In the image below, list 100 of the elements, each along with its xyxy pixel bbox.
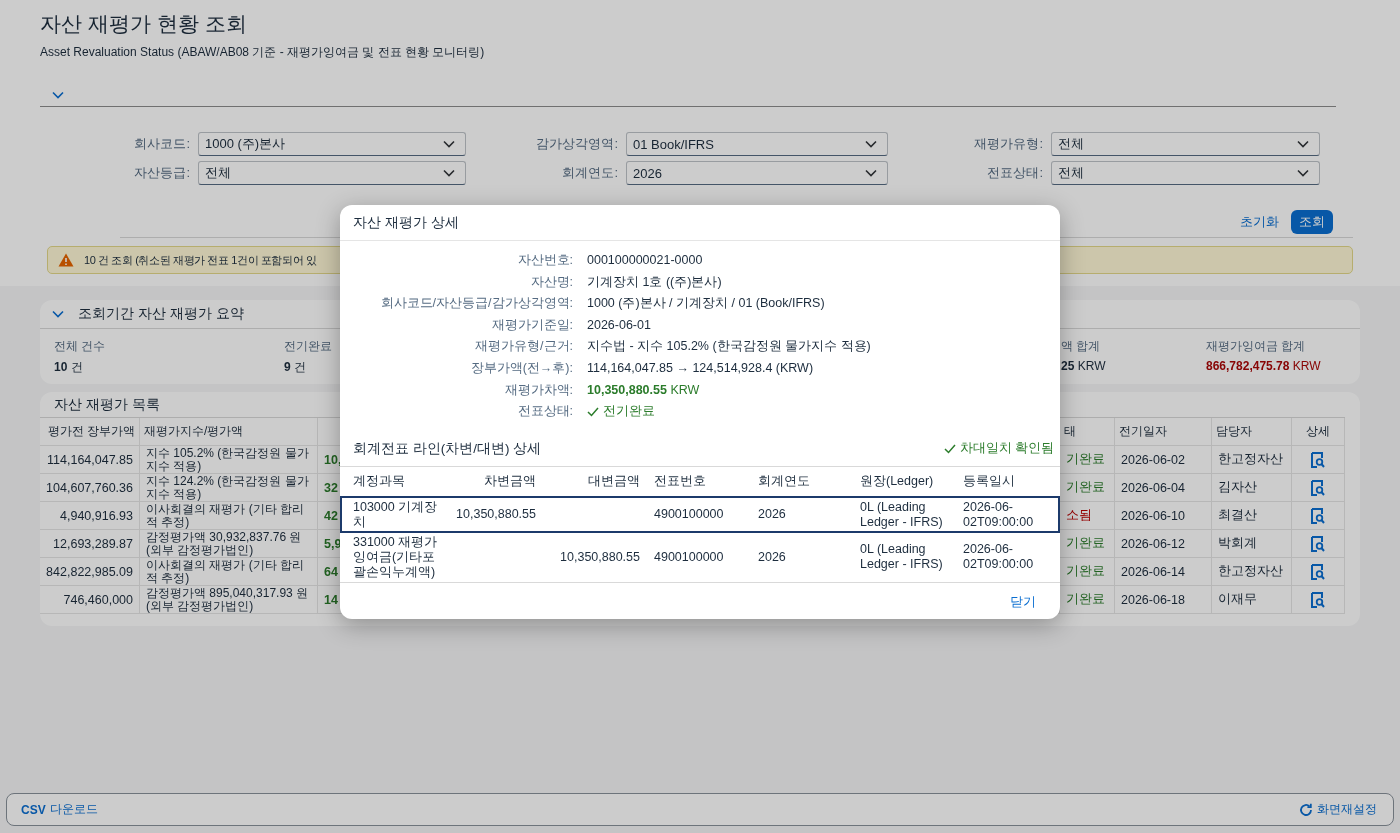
summary-value: 866,782,475.78 KRW	[1206, 359, 1322, 373]
table-cell-text: 0L (Leading Ledger - IFRS)	[860, 542, 944, 573]
table-cell: 최결산	[1212, 502, 1292, 530]
chevron-down-icon[interactable]	[52, 310, 64, 318]
check-icon	[587, 406, 599, 417]
filter-dropdown[interactable]: 전체	[1051, 161, 1320, 185]
field-label: 자산번호:	[516, 253, 573, 269]
column-header: 차변금액	[483, 472, 537, 490]
table-cell-text: 2026-06-02T09:00:00	[963, 499, 1035, 530]
column-header: 원장(Ledger)	[860, 472, 935, 490]
table-cell: 104,607,760.36	[40, 474, 140, 502]
table-cell: 김자산	[1212, 474, 1292, 502]
filter-label: 회계연도:	[561, 164, 619, 182]
table-cell: 2026-06-12	[1115, 530, 1212, 558]
field-label: 자산명:	[529, 274, 573, 291]
close-button[interactable]: 닫기	[1006, 590, 1040, 613]
detail-icon[interactable]	[1311, 451, 1325, 468]
summary-label: 재평가잉여금 합계	[1206, 338, 1307, 355]
table-cell: 한고정자산	[1212, 558, 1292, 586]
table-cell: 이사회결의 재평가 (기타 합리적 추정)	[140, 502, 318, 530]
table-cell-text: 4900100000	[654, 549, 725, 565]
field-label: 전표상태:	[516, 404, 573, 420]
table-cell: 이사회결의 재평가 (기타 합리적 추정)	[140, 558, 318, 586]
detail-icon[interactable]	[1311, 535, 1325, 552]
table-cell: 14	[324, 592, 338, 607]
table-cell: 42	[324, 508, 338, 523]
table-cell: 842,822,985.09	[40, 558, 140, 586]
table-cell-text: 4900100000	[654, 507, 725, 523]
table-cell: 지수 105.2% (한국감정원 물가지수 적용)	[140, 446, 318, 474]
filter-dropdown[interactable]: 전체	[1051, 132, 1320, 156]
field-value: 기계장치 1호 ((주)본사)	[587, 274, 723, 291]
column-header: 전표번호	[654, 472, 707, 490]
table-cell: 64	[324, 564, 338, 579]
filter-dropdown[interactable]: 1000 (주)본사	[198, 132, 466, 156]
filter-label: 재평가유형:	[973, 135, 1044, 153]
table-cell: 114,164,047.85	[40, 446, 140, 474]
table-cell: 2026-06-18	[1115, 586, 1212, 614]
summary-value: 10 건	[54, 359, 84, 376]
column-header: 회계연도	[758, 472, 811, 490]
filter-dropdown[interactable]: 01 Book/IFRS	[626, 132, 888, 156]
detail-icon[interactable]	[1311, 507, 1325, 524]
table-cell: 12,693,289.87	[40, 530, 140, 558]
column-header: 계정과목	[353, 472, 406, 490]
column-header: 상세	[1292, 418, 1345, 446]
column-header: 평가전 장부가액	[40, 418, 140, 446]
chevron-down-icon	[443, 169, 455, 177]
panel-title: 조회기간 자산 재평가 요약	[78, 305, 244, 323]
filter-label: 전표상태:	[986, 164, 1044, 182]
table-cell-text: 103000 기계장치	[353, 499, 439, 530]
dialog-title: 자산 재평가 상세	[340, 205, 1060, 241]
chevron-down-icon	[865, 169, 877, 177]
refresh-icon	[1299, 802, 1313, 817]
filter-label: 감가상각영역:	[535, 135, 619, 153]
chevron-down-icon	[865, 140, 877, 148]
csv-download-button[interactable]: CSV 다운로드	[15, 800, 104, 819]
table-cell-text: 2026	[758, 507, 787, 523]
warning-icon	[58, 253, 74, 267]
journal-line-row[interactable]: 331000 재평가잉여금(기타포괄손익누계액) 10,350,880.55 4900100000 2026 0L (Leading Ledger - IFRS) 2026-06-02T09:00:00	[340, 532, 1060, 582]
table-cell: 2026-06-02	[1115, 446, 1212, 474]
field-value: 2026-06-01	[587, 317, 652, 334]
field-value: 114,164,047.85 → 124,514,928.4 (KRW)	[587, 360, 815, 377]
journal-line-row[interactable]: 103000 기계장치 10,350,880.55 4900100000 2026 0L (Leading Ledger - IFRS) 2026-06-02T09:00:00	[340, 495, 1060, 533]
field-value: 1000 (주)본사 / 기계장치 / 01 (Book/IFRS)	[587, 296, 826, 312]
table-cell: 2026-06-14	[1115, 558, 1212, 586]
filter-dropdown[interactable]: 전체	[198, 161, 466, 185]
chevron-down-icon[interactable]	[52, 91, 64, 99]
detail-icon[interactable]	[1311, 479, 1325, 496]
reset-layout-button[interactable]: 화면재설정	[1293, 800, 1383, 819]
table-cell: 소됨	[1060, 502, 1115, 530]
column-header: 대변금액	[587, 472, 641, 490]
summary-label: 전체 건수	[54, 338, 107, 355]
field-value: 10,350,880.55 KRW	[587, 382, 701, 399]
chevron-down-icon	[443, 140, 455, 148]
field-value: 000100000021-0000	[587, 253, 704, 269]
filter-label: 자산등급:	[133, 164, 191, 182]
table-cell: 한고정자산	[1212, 446, 1292, 474]
filter-dropdown[interactable]: 2026	[626, 161, 888, 185]
table-cell: 746,460,000	[40, 586, 140, 614]
section-title: 회계전표 라인(차변/대변) 상세	[353, 439, 542, 458]
check-icon	[943, 443, 956, 454]
search-button[interactable]: 조회	[1291, 210, 1333, 234]
table-cell-text: 2026-06-02T09:00:00	[963, 542, 1035, 573]
chevron-down-icon	[1297, 169, 1309, 177]
field-value: 지수법 - 지수 105.2% (한국감정원 물가지수 적용)	[587, 339, 872, 355]
table-cell: 10,350,880.55	[456, 507, 536, 523]
page-subtitle: Asset Revaluation Status (ABAW/AB08 기준 - 재평가잉여금 및 전표 현황 모니터링)	[40, 44, 486, 61]
column-header: 전기일자	[1115, 418, 1212, 446]
detail-icon[interactable]	[1311, 563, 1325, 580]
table-cell: 32	[324, 480, 338, 495]
table-cell: 4,940,916.93	[40, 502, 140, 530]
column-header: 등록일시	[963, 472, 1016, 490]
table-cell-text: 331000 재평가잉여금(기타포괄손익누계액)	[353, 534, 439, 580]
chevron-down-icon	[1297, 140, 1309, 148]
table-cell: 2026-06-04	[1115, 474, 1212, 502]
summary-value: 25 KRW	[1061, 359, 1107, 373]
filter-label: 회사코드:	[133, 135, 191, 153]
reset-button[interactable]: 초기화	[1236, 211, 1283, 233]
summary-label: 액 합계	[1061, 338, 1102, 355]
field-label: 장부가액(전→후):	[469, 360, 573, 377]
detail-icon[interactable]	[1311, 591, 1325, 608]
